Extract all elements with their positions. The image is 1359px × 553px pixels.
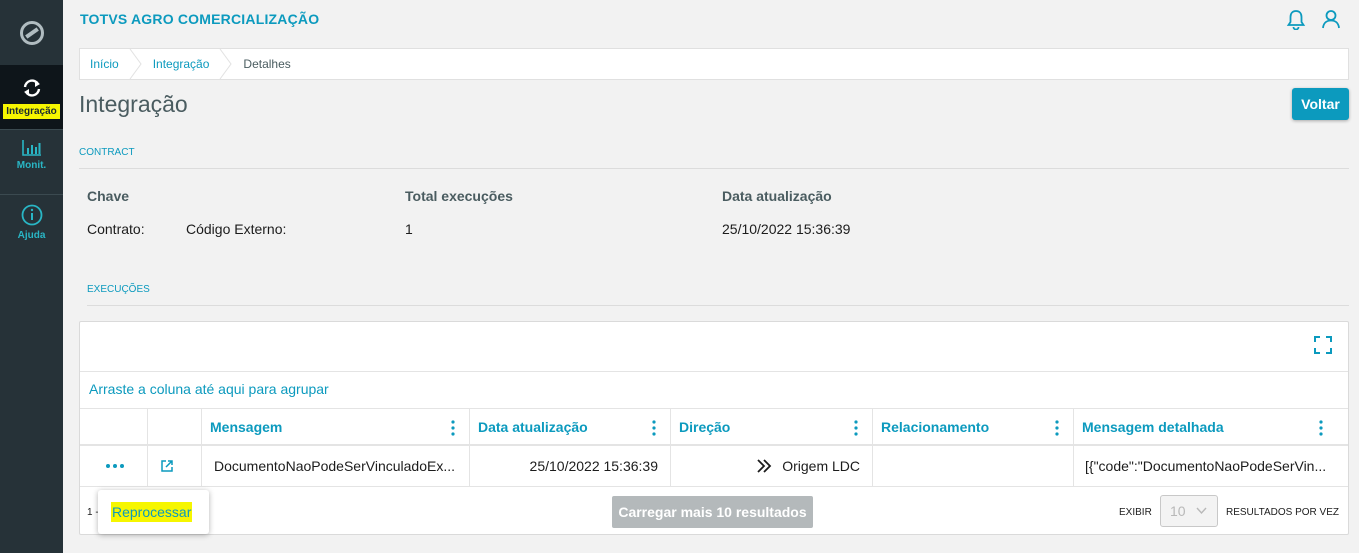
header-actions-cell [80,409,148,444]
sidebar-item-label: Monit. [16,160,47,171]
external-code-label: Código Externo: [186,221,287,237]
column-menu-icon[interactable] [1319,420,1323,436]
per-page-label: RESULTADOS POR VEZ [1226,507,1339,518]
header-link-cell [148,409,202,444]
breadcrumb-current: Detalhes [243,57,291,71]
cell-text: Origem LDC [782,458,860,474]
column-header-label: Direção [679,418,731,435]
sidebar-item-monit[interactable]: Monit. [0,140,63,171]
cell-text: DocumentoNaoPodeSerVinculadoEx... [214,458,456,474]
column-header-mensagem-detalhada[interactable]: Mensagem detalhada [1074,409,1337,444]
chevron-down-icon [1196,507,1207,515]
updated-date-heading: Data atualização [722,188,832,204]
total-executions-heading: Total execuções [405,188,513,204]
double-chevron-right-icon [757,459,772,473]
column-header-label: Data atualização [478,418,588,435]
totvs-logo[interactable] [0,0,63,65]
executions-divider [87,305,1349,306]
column-menu-icon[interactable] [854,420,858,436]
grid-toolbar-divider [80,371,1348,372]
executions-section-label: EXECUÇÕES [87,284,150,295]
sidebar-divider [0,194,63,195]
load-more-button[interactable]: Carregar mais 10 resultados [612,496,813,528]
column-header-label: Mensagem detalhada [1082,418,1224,435]
row-link-cell [148,446,202,486]
page-size-value: 10 [1170,503,1186,519]
cell-text: [{"code":"DocumentoNaoPodeSerVin... [1085,458,1327,474]
back-button[interactable]: Voltar [1292,88,1349,120]
key-heading: Chave [87,188,130,204]
cell-direcao: Origem LDC [671,446,873,486]
column-menu-icon[interactable] [451,420,455,436]
column-header-relacionamento[interactable]: Relacionamento [873,409,1074,444]
table-row: DocumentoNaoPodeSerVinculadoEx... 25/10/… [80,446,1348,487]
executions-grid: Arraste a coluna até aqui para agrupar M… [79,321,1349,535]
totvs-logo-icon [19,20,44,45]
total-executions-value: 1 [405,221,413,237]
cell-data-atualizacao: 25/10/2022 15:36:39 [470,446,671,486]
breadcrumb-separator-icon [129,49,142,79]
cell-mensagem-detalhada: [{"code":"DocumentoNaoPodeSerVin... [1074,446,1348,486]
page-title: Integração [79,91,188,117]
column-menu-icon[interactable] [652,420,656,436]
bell-icon[interactable] [1285,8,1307,30]
external-link-icon[interactable] [161,460,173,472]
column-header-label: Relacionamento [881,418,990,435]
bar-chart-icon [21,140,41,156]
cell-relacionamento [873,446,1074,486]
column-header-data-atualizacao[interactable]: Data atualização [470,409,671,444]
breadcrumb-link[interactable]: Integração [153,57,210,71]
breadcrumb-separator-icon [220,49,233,79]
sidebar-item-ajuda[interactable]: Ajuda [0,204,63,241]
grid-header: Mensagem Data atualização Direção Relaci… [80,408,1348,446]
updated-date-value: 25/10/2022 15:36:39 [722,221,851,237]
sidebar-item-label: Integração [3,104,60,119]
info-icon [21,204,42,226]
result-count: 1 - [87,507,99,518]
cell-text: 25/10/2022 15:36:39 [529,458,658,474]
sidebar: Integração Monit. Ajuda [0,0,63,553]
row-actions-cell [80,446,148,486]
contract-section-label: CONTRACT [79,147,135,158]
breadcrumb-item-inicio[interactable]: Início [80,49,143,79]
contract-label: Contrato: [87,221,145,237]
breadcrumb-link[interactable]: Início [90,57,119,71]
group-by-drop-zone[interactable]: Arraste a coluna até aqui para agrupar [89,381,329,397]
sidebar-divider [0,129,63,130]
breadcrumb-item-integracao[interactable]: Integração [143,49,234,79]
page-size-select[interactable]: 10 [1160,495,1218,527]
contract-divider [79,168,1349,169]
column-header-direcao[interactable]: Direção [671,409,873,444]
column-header-mensagem[interactable]: Mensagem [202,409,470,444]
more-actions-icon[interactable] [104,461,126,471]
sidebar-item-label: Ajuda [17,230,46,241]
exibir-label: EXIBIR [1119,507,1152,518]
reprocess-menu-item[interactable]: Reprocessar [111,502,193,522]
column-header-label: Mensagem [210,418,283,435]
fullscreen-icon[interactable] [1314,336,1332,354]
cell-mensagem: DocumentoNaoPodeSerVinculadoEx... [202,446,470,486]
column-menu-icon[interactable] [1055,420,1059,436]
breadcrumb-item-detalhes: Detalhes [233,49,290,79]
sync-icon [23,79,40,97]
row-actions-popup[interactable]: Reprocessar [98,490,209,534]
app-title: TOTVS AGRO COMERCIALIZAÇÃO [80,11,320,27]
breadcrumb: Início Integração Detalhes [79,48,1349,80]
user-icon[interactable] [1320,8,1342,30]
sidebar-item-integracao[interactable]: Integração [0,65,63,129]
